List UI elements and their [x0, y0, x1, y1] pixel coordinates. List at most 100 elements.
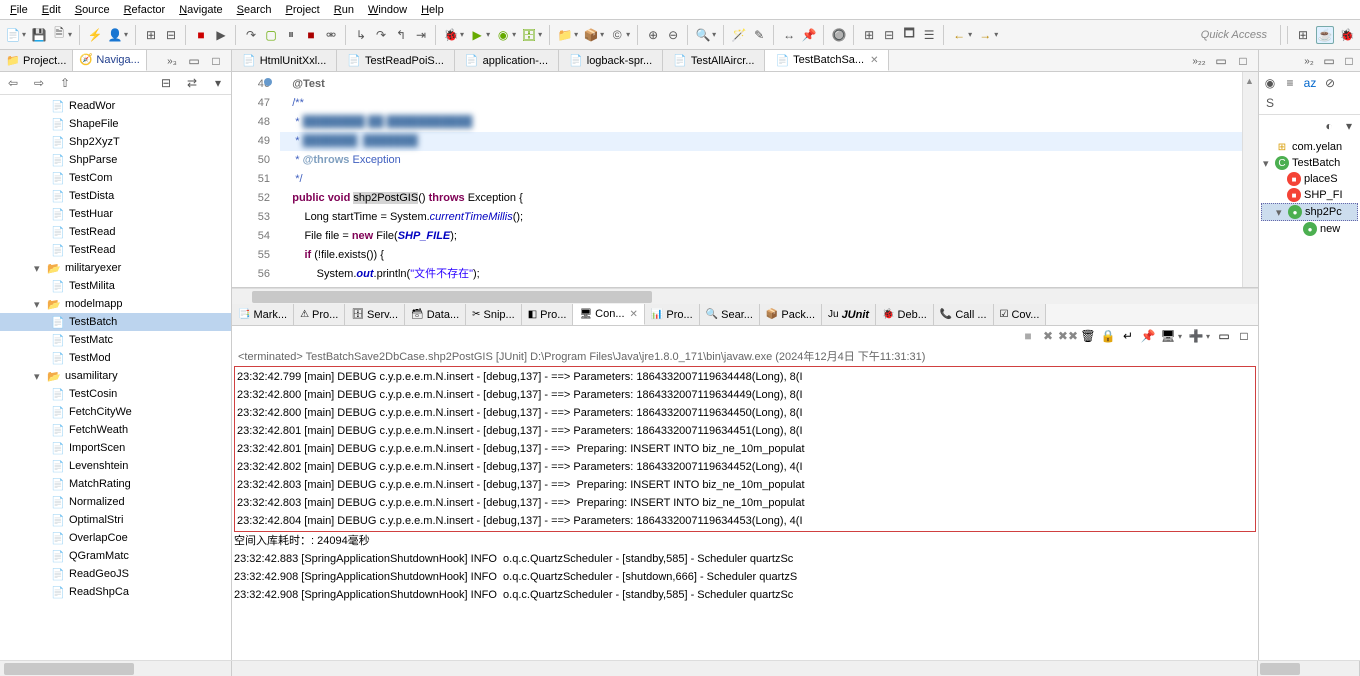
display-icon[interactable]: 🖥: [1160, 328, 1176, 344]
tab-project-explorer[interactable]: 📁Project...: [0, 50, 73, 71]
overflow-icon[interactable]: »₃: [163, 52, 181, 70]
file-node[interactable]: 📄Levenshtein: [0, 457, 231, 475]
run-icon[interactable]: 👤: [106, 26, 124, 44]
minimize-icon[interactable]: ▭: [185, 52, 203, 70]
view-tab-Cov[interactable]: ☑Cov...: [994, 304, 1047, 325]
new-class-icon[interactable]: ©: [608, 26, 626, 44]
stop-icon[interactable]: ■: [302, 26, 320, 44]
view-tab-Pro[interactable]: ⚠Pro...: [294, 304, 345, 325]
grid-icon[interactable]: ⊞: [860, 26, 878, 44]
file-node[interactable]: 📄TestDista: [0, 187, 231, 205]
quick-access[interactable]: Quick Access: [1201, 29, 1275, 41]
minimize-icon[interactable]: ▭: [1320, 52, 1338, 70]
new-package-icon[interactable]: 📦: [582, 26, 600, 44]
file-node[interactable]: 📄TestCosin: [0, 385, 231, 403]
back-icon[interactable]: ←: [950, 26, 968, 44]
file-node[interactable]: 📄ReadGeoJS: [0, 565, 231, 583]
file-node[interactable]: 📄TestHuar: [0, 205, 231, 223]
search-icon[interactable]: 🔍: [694, 26, 712, 44]
file-node[interactable]: 📄TestBatch: [0, 313, 231, 331]
menu-file[interactable]: File: [4, 3, 34, 17]
collapse-all-icon[interactable]: ⊟: [157, 74, 175, 92]
overflow-icon[interactable]: »₂₂: [1190, 52, 1208, 70]
file-node[interactable]: 📄TestRead: [0, 223, 231, 241]
window-scrollbar[interactable]: [0, 660, 1360, 676]
minimize-icon[interactable]: ▭: [1212, 52, 1230, 70]
step-icon[interactable]: ⇥: [412, 26, 430, 44]
file-node[interactable]: 📄MatchRating: [0, 475, 231, 493]
file-node[interactable]: 📄ImportScen: [0, 439, 231, 457]
navigator-tree[interactable]: 📄ReadWor📄ShapeFile📄Shp2XyzT📄ShpParse📄Tes…: [0, 95, 231, 676]
save-icon[interactable]: 💾: [30, 26, 48, 44]
view-menu-icon[interactable]: ▾: [1340, 117, 1358, 135]
menu-help[interactable]: Help: [415, 3, 450, 17]
hide-static-icon[interactable]: S: [1261, 94, 1279, 112]
outline-node[interactable]: ⊞com.yelan: [1261, 139, 1358, 155]
step-over-icon[interactable]: ↷: [372, 26, 390, 44]
step-return-icon[interactable]: ↰: [392, 26, 410, 44]
view-tab-Pro[interactable]: 📊Pro...: [645, 304, 700, 325]
editor-scrollbar[interactable]: [232, 288, 1258, 304]
maximize-icon[interactable]: □: [1340, 52, 1358, 70]
sort-icon[interactable]: ≡: [1281, 74, 1299, 92]
menu-run[interactable]: Run: [328, 3, 360, 17]
wrap-icon[interactable]: ↵: [1120, 328, 1136, 344]
outline-node[interactable]: ▾●shp2Pc: [1261, 203, 1358, 221]
dropdown-icon[interactable]: ▾: [22, 30, 26, 39]
view-tab-Pack[interactable]: 📦Pack...: [760, 304, 822, 325]
view-tab-Data[interactable]: 🗃Data...: [405, 304, 466, 325]
file-node[interactable]: 📄QGramMatc: [0, 547, 231, 565]
sort-icon[interactable]: aᴢ: [1301, 74, 1319, 92]
wand-icon[interactable]: 🪄: [730, 26, 748, 44]
hide-non-public-icon[interactable]: ◐: [1320, 117, 1338, 135]
play-icon[interactable]: ▶: [212, 26, 230, 44]
file-node[interactable]: 📄FetchWeath: [0, 421, 231, 439]
type-icon[interactable]: ⊖: [664, 26, 682, 44]
outline-node[interactable]: ▾CTestBatch: [1261, 155, 1358, 171]
scroll-lock-icon[interactable]: 🔒: [1100, 328, 1116, 344]
remove-icon[interactable]: ✖: [1040, 328, 1056, 344]
debug-perspective-icon[interactable]: 🐞: [1338, 26, 1356, 44]
file-node[interactable]: 📄TestMod: [0, 349, 231, 367]
file-node[interactable]: 📄OverlapCoe: [0, 529, 231, 547]
outline-node[interactable]: ●new: [1261, 221, 1358, 237]
focus-icon[interactable]: ◉: [1261, 74, 1279, 92]
maximize-icon[interactable]: □: [207, 52, 225, 70]
close-icon[interactable]: ✕: [870, 55, 878, 66]
type-icon[interactable]: ⊕: [644, 26, 662, 44]
toggle-icon[interactable]: ↔: [780, 26, 798, 44]
tab-navigator[interactable]: 🧭Naviga...: [73, 50, 146, 71]
menu-navigate[interactable]: Navigate: [173, 3, 228, 17]
outline-node[interactable]: ■SHP_FI: [1261, 187, 1358, 203]
view-menu-icon[interactable]: ▾: [209, 74, 227, 92]
run-icon[interactable]: ▶: [468, 26, 486, 44]
grid-icon[interactable]: ⊟: [880, 26, 898, 44]
mode-icon[interactable]: 🔘: [830, 26, 848, 44]
remove-all-icon[interactable]: ✖✖: [1060, 328, 1076, 344]
menu-project[interactable]: Project: [280, 3, 326, 17]
editor-tab[interactable]: 📄application-...: [455, 50, 559, 71]
step-into-icon[interactable]: ↳: [352, 26, 370, 44]
window-icon[interactable]: 🗖: [900, 26, 918, 44]
code-editor[interactable]: @Test /** * ████████ ██ ███████████ * ██…: [280, 72, 1242, 287]
file-node[interactable]: 📄ReadWor: [0, 97, 231, 115]
coverage-icon[interactable]: ◉: [494, 26, 512, 44]
new-project-icon[interactable]: 📁: [556, 26, 574, 44]
menu-search[interactable]: Search: [231, 3, 278, 17]
outline-tree[interactable]: ⊞com.yelan▾CTestBatch■placeS■SHP_FI▾●shp…: [1259, 137, 1360, 239]
outline-node[interactable]: ■placeS: [1261, 171, 1358, 187]
pause-icon[interactable]: ⏸: [282, 26, 300, 44]
console-output[interactable]: 23:32:42.799 [main] DEBUG c.y.p.e.e.m.N.…: [232, 366, 1258, 660]
file-node[interactable]: 📄Shp2XyzT: [0, 133, 231, 151]
file-node[interactable]: 📄Normalized: [0, 493, 231, 511]
editor-tab[interactable]: 📄HtmlUnitXxl...: [232, 50, 337, 71]
view-tab-Call[interactable]: 📞Call ...: [934, 304, 994, 325]
debug-icon[interactable]: 🐞: [442, 26, 460, 44]
layout-icon[interactable]: ⊟: [162, 26, 180, 44]
file-node[interactable]: 📄ReadShpCa: [0, 583, 231, 601]
pin-icon[interactable]: 📌: [1140, 328, 1156, 344]
view-tab-JUnit[interactable]: JuJUnit: [822, 304, 876, 325]
wand-icon[interactable]: ⚡: [86, 26, 104, 44]
open-perspective-icon[interactable]: ⊞: [1294, 26, 1312, 44]
folder-node[interactable]: ▾📂modelmapp: [0, 295, 231, 313]
